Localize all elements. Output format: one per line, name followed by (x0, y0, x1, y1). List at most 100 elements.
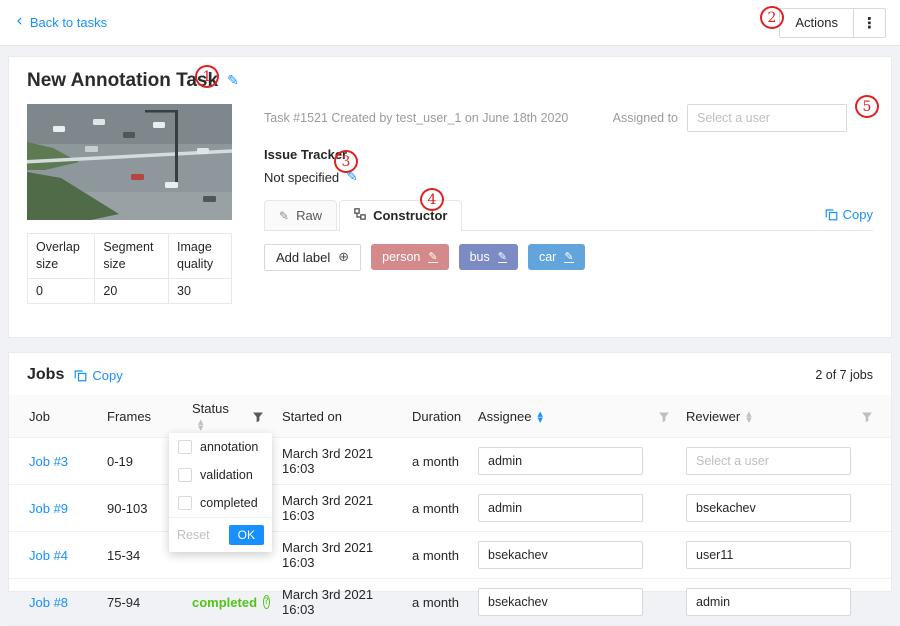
copy-jobs-link[interactable]: Copy (74, 368, 122, 383)
edit-label-bus-icon[interactable]: ✎ (498, 251, 507, 263)
column-job: Job (9, 395, 99, 438)
label-car-name: car (539, 250, 556, 264)
traffic-scene-graphic (27, 104, 232, 220)
assignee-input[interactable] (478, 541, 643, 569)
edit-label-car-icon[interactable]: ✎ (564, 251, 573, 263)
sort-icon-active: ▲▼ (537, 411, 542, 423)
sort-icon: ▲▼ (198, 419, 203, 431)
column-reviewer-sort[interactable]: Reviewer▲▼ (678, 395, 853, 438)
assignee-input[interactable] (478, 494, 643, 522)
job-row: Job #8 75-94 completed ? March 3rd 2021 … (9, 579, 891, 626)
label-tag-car[interactable]: car ✎ (528, 244, 585, 270)
param-value-quality: 30 (169, 278, 232, 303)
checkbox-completed[interactable] (178, 496, 192, 510)
filter-option-annotation[interactable]: annotation (169, 433, 272, 461)
actions-menu-button[interactable]: ⋮ (854, 8, 886, 38)
raw-edit-icon: ✎ (279, 209, 289, 223)
column-status-sort[interactable]: Status▲▼ (184, 395, 244, 438)
tab-constructor[interactable]: Constructor (339, 200, 462, 231)
assigned-to-label: Assigned to (613, 111, 678, 125)
started-cell: March 3rd 2021 16:03 (274, 532, 404, 579)
column-status-filter[interactable] (244, 395, 274, 438)
copy-labels-label: Copy (843, 207, 873, 222)
task-assignee-input[interactable] (687, 104, 847, 132)
back-arrow-icon: ‹ (16, 13, 23, 30)
duration-cell: a month (404, 438, 470, 485)
started-cell: March 3rd 2021 16:03 (274, 579, 404, 626)
reviewer-input[interactable] (686, 588, 851, 616)
status-info-icon[interactable]: ? (263, 595, 270, 609)
label-tag-person[interactable]: person ✎ (371, 244, 448, 270)
reviewer-input[interactable] (686, 447, 851, 475)
task-parameters-table: Overlap size Segment size Image quality … (27, 233, 232, 304)
filter-option-completed[interactable]: completed (169, 489, 272, 517)
add-label-text: Add label (276, 250, 330, 265)
copy-icon (825, 208, 838, 221)
labels-tabs: ✎ Raw Constructor Copy (264, 200, 873, 231)
jobs-title: Jobs (27, 366, 64, 384)
filter-ok-button[interactable]: OK (229, 525, 264, 545)
actions-button-group: Actions ⋮ (779, 8, 886, 38)
job-link[interactable]: Job #9 (29, 501, 68, 516)
column-frames: Frames (99, 395, 184, 438)
job-row: Job #9 90-103 March 3rd 2021 16:03 a mon… (9, 485, 891, 532)
started-cell: March 3rd 2021 16:03 (274, 438, 404, 485)
param-value-overlap: 0 (28, 278, 95, 303)
tab-constructor-label: Constructor (373, 208, 447, 223)
param-header-segment: Segment size (95, 234, 169, 279)
jobs-count: 2 of 7 jobs (815, 368, 873, 382)
duration-cell: a month (404, 579, 470, 626)
reviewer-input[interactable] (686, 541, 851, 569)
plus-circle-icon: ⊕ (338, 250, 349, 265)
job-row: Job #4 15-34 March 3rd 2021 16:03 a mont… (9, 532, 891, 579)
checkbox-validation[interactable] (178, 468, 192, 482)
task-preview-image (27, 104, 232, 220)
column-assignee-sort[interactable]: Assignee▲▼ (470, 395, 650, 438)
column-assignee-filter[interactable] (650, 395, 678, 438)
edit-label-person-icon[interactable]: ✎ (428, 251, 437, 263)
job-link[interactable]: Job #8 (29, 595, 68, 610)
sort-icon: ▲▼ (746, 411, 751, 423)
add-label-button[interactable]: Add label ⊕ (264, 244, 361, 271)
assignee-input[interactable] (478, 588, 643, 616)
actions-button[interactable]: Actions (779, 8, 854, 38)
column-duration: Duration (404, 395, 470, 438)
job-row: Job #3 0-19 March 3rd 2021 16:03 a month (9, 438, 891, 485)
tab-raw[interactable]: ✎ Raw (264, 200, 337, 230)
column-started-on: Started on (274, 395, 404, 438)
reviewer-input[interactable] (686, 494, 851, 522)
jobs-card: Jobs Copy 2 of 7 jobs Job Frames Status▲… (8, 352, 892, 592)
back-to-tasks-link[interactable]: ‹ Back to tasks (16, 15, 107, 30)
filter-reset-button[interactable]: Reset (177, 528, 210, 542)
param-header-overlap: Overlap size (28, 234, 95, 279)
tab-raw-label: Raw (296, 208, 322, 223)
task-meta: Task #1521 Created by test_user_1 on Jun… (264, 111, 568, 125)
job-link[interactable]: Job #3 (29, 454, 68, 469)
constructor-block-icon (354, 208, 366, 223)
back-to-tasks-label: Back to tasks (30, 15, 107, 30)
duration-cell: a month (404, 532, 470, 579)
filter-option-completed-label: completed (200, 496, 258, 510)
filter-option-annotation-label: annotation (200, 440, 258, 454)
status-text: completed (192, 595, 257, 610)
checkbox-annotation[interactable] (178, 440, 192, 454)
column-reviewer-filter[interactable] (853, 395, 891, 438)
edit-title-icon[interactable]: ✎ (227, 73, 239, 89)
label-tag-bus[interactable]: bus ✎ (459, 244, 518, 270)
filter-funnel-icon (658, 411, 670, 423)
copy-icon (74, 369, 87, 382)
copy-jobs-label: Copy (92, 368, 122, 383)
issue-tracker-label: Issue Tracker (264, 147, 873, 162)
task-details-card: New Annotation Task ✎ (8, 56, 892, 338)
job-link[interactable]: Job #4 (29, 548, 68, 563)
copy-labels-link[interactable]: Copy (825, 207, 873, 230)
assignee-input[interactable] (478, 447, 643, 475)
filter-option-validation-label: validation (200, 468, 253, 482)
issue-tracker-value: Not specified (264, 170, 339, 185)
started-cell: March 3rd 2021 16:03 (274, 485, 404, 532)
filter-option-validation[interactable]: validation (169, 461, 272, 489)
status-cell: completed ? (184, 579, 244, 626)
edit-issue-tracker-icon[interactable]: ✎ (346, 169, 358, 185)
filter-funnel-icon (252, 411, 264, 423)
param-header-quality: Image quality (169, 234, 232, 279)
